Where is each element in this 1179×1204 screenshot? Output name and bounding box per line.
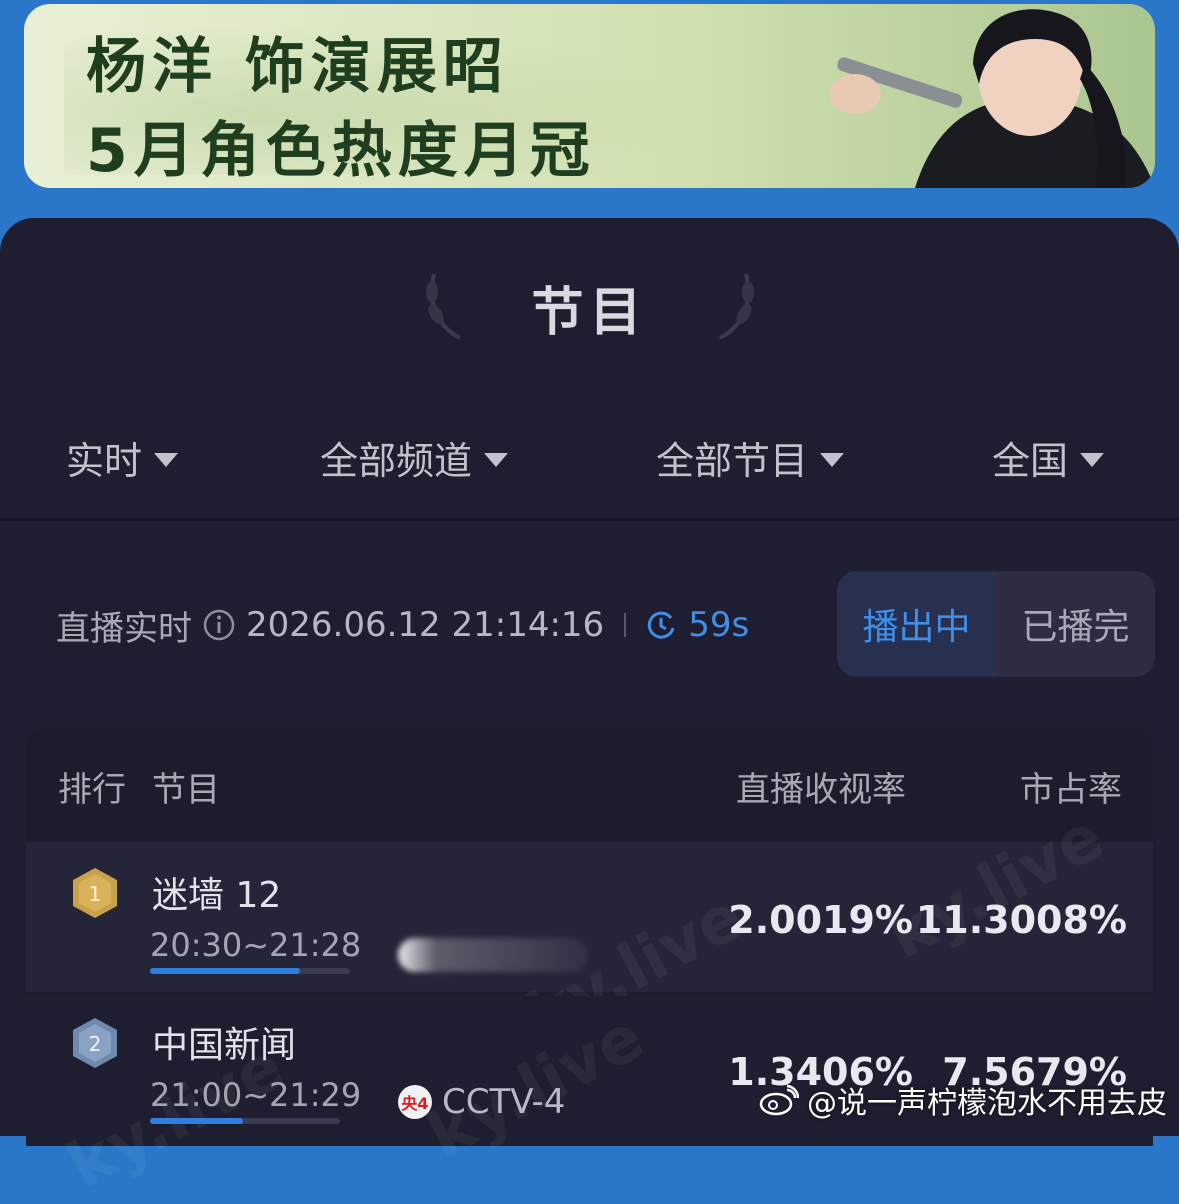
filter-program-dropdown[interactable]: 全部节目	[656, 430, 845, 485]
actor-portrait-image	[829, 9, 1155, 188]
caret-down-icon	[820, 452, 845, 467]
program-progress-bar	[150, 1118, 340, 1124]
promo-banner[interactable]: 杨洋 饰演展昭 5月角色热度月冠	[24, 4, 1155, 188]
live-status-label: 直播实时	[56, 608, 192, 649]
filter-channel-dropdown[interactable]: 全部频道	[320, 430, 509, 485]
live-timestamp: 2026.06.12 21:14:16	[246, 605, 605, 645]
caret-down-icon	[154, 452, 179, 467]
caret-down-icon	[1080, 452, 1105, 467]
share-value: 11.3008%	[915, 898, 1127, 942]
filter-time-dropdown[interactable]: 实时	[66, 430, 179, 485]
broadcast-status-toggle: 播出中 已播完	[837, 571, 1155, 677]
banner-subheadline: 5月角色热度月冠	[86, 116, 596, 186]
program-name[interactable]: 中国新闻	[152, 1016, 296, 1068]
filter-time-label: 实时	[66, 439, 143, 483]
weibo-handle: @说一声柠檬泡水不用去皮	[807, 1086, 1167, 1121]
refresh-timer-icon[interactable]	[644, 608, 678, 642]
channel-tag[interactable]: 央4 CCTV-4	[398, 1082, 565, 1122]
channel-logo-blurred	[398, 938, 588, 972]
filter-bar: 实时 全部频道 全部节目 全国	[0, 420, 1179, 490]
tab-finished[interactable]: 已播完	[996, 571, 1155, 677]
header-rating[interactable]: 直播收视率	[736, 762, 906, 811]
filter-region-label: 全国	[992, 439, 1069, 483]
program-name[interactable]: 迷墙 12	[152, 866, 281, 918]
status-separator	[624, 613, 627, 637]
filter-channel-label: 全部频道	[320, 439, 473, 483]
rank-silver-medal-icon: 2	[73, 1018, 117, 1068]
live-status-row: 直播实时 2026.06.12 21:14:16 59s	[56, 600, 749, 650]
filter-program-label: 全部节目	[656, 439, 809, 483]
rating-value: 2.0019%	[728, 898, 913, 942]
section-title: 节目	[531, 283, 648, 343]
filter-divider	[0, 518, 1179, 521]
tab-airing[interactable]: 播出中	[837, 571, 996, 677]
rank-gold-medal-icon: 1	[73, 868, 117, 918]
channel-name: CCTV-4	[442, 1082, 566, 1122]
program-progress-bar	[150, 968, 350, 974]
header-rank: 排行	[58, 770, 126, 810]
weibo-watermark: @说一声柠檬泡水不用去皮	[759, 1078, 1167, 1122]
info-icon[interactable]	[202, 608, 236, 642]
rank-number: 2	[89, 1032, 102, 1056]
program-time: 20:30~21:28	[150, 926, 362, 964]
caret-down-icon	[484, 452, 509, 467]
banner-headline: 杨洋 饰演展昭	[86, 32, 509, 102]
header-program: 节目	[152, 770, 220, 810]
weibo-logo-icon	[759, 1084, 799, 1116]
program-progress-fill	[150, 968, 300, 974]
filter-region-dropdown[interactable]: 全国	[992, 430, 1105, 485]
rank-number: 1	[89, 882, 102, 906]
program-progress-fill	[150, 1118, 244, 1124]
program-time: 21:00~21:29	[150, 1076, 362, 1114]
refresh-countdown: 59s	[688, 605, 750, 645]
cctv4-logo-icon: 央4	[398, 1085, 432, 1119]
